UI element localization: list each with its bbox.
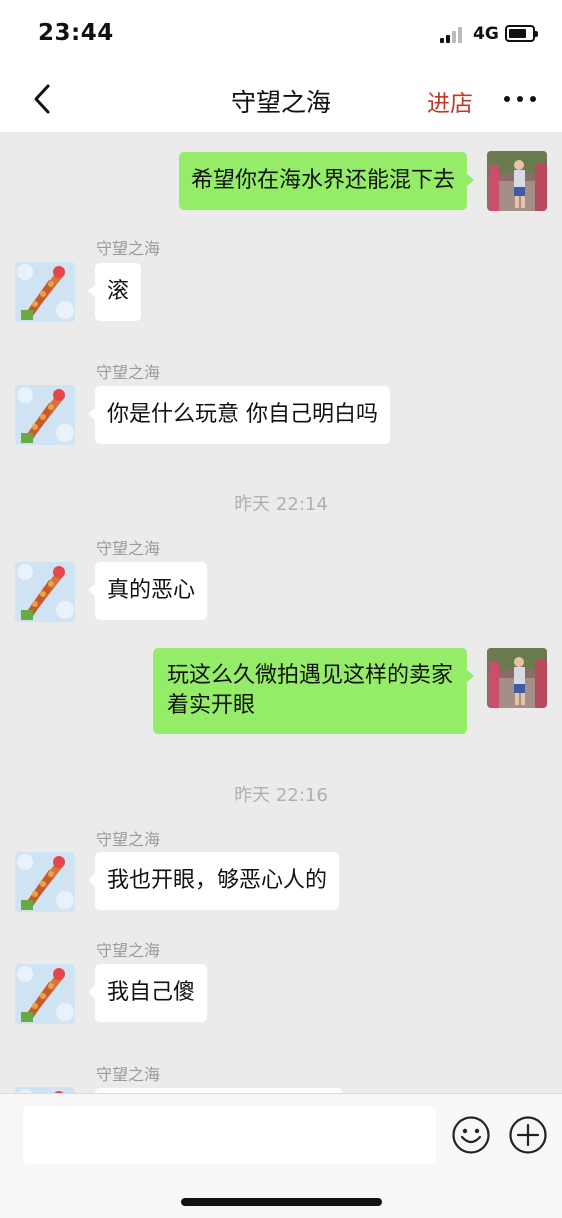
contact-avatar[interactable]: [15, 562, 75, 622]
sender-name: 守望之海: [96, 363, 161, 382]
more-button[interactable]: [502, 96, 538, 104]
plus-circle-icon: [509, 1116, 547, 1154]
timestamp: 昨天 22:14: [234, 494, 328, 515]
message-bubble-incoming[interactable]: 真的恶心: [87, 562, 208, 620]
my-avatar[interactable]: [487, 648, 547, 708]
timestamp: 昨天 22:16: [234, 785, 328, 806]
message-bubble-incoming[interactable]: 滚: [87, 263, 142, 321]
store-link[interactable]: 进店: [427, 84, 473, 118]
battery-icon: [505, 25, 538, 42]
contact-avatar[interactable]: [15, 852, 75, 912]
message-bubble-outgoing[interactable]: 希望你在海水界还能混下去: [178, 152, 475, 210]
sender-name: 守望之海: [96, 830, 161, 849]
nav-bar: 守望之海 进店: [0, 66, 562, 132]
contact-avatar-image: [15, 964, 75, 1024]
signal-icon: [440, 27, 468, 43]
sender-name: 守望之海: [96, 239, 161, 258]
contact-avatar[interactable]: [15, 385, 75, 445]
message-line: 着实开眼: [166, 693, 255, 718]
message-bubble-incoming[interactable]: 我也开眼，够恶心人的: [87, 852, 340, 910]
chevron-left-icon: [34, 84, 50, 114]
sender-name: 守望之海: [96, 1065, 161, 1084]
my-avatar-image: [487, 648, 547, 708]
emoji-button[interactable]: [451, 1115, 491, 1155]
home-indicator[interactable]: [181, 1198, 382, 1206]
status-time: 23:44: [38, 20, 114, 46]
sender-name: 守望之海: [96, 941, 161, 960]
chat-area[interactable]: 希望你在海水界还能混下去 守望之海 滚 守望之海 你是什么玩意 你自己明白吗 昨…: [0, 132, 562, 1093]
network-type: 4G: [473, 24, 499, 44]
my-avatar[interactable]: [487, 151, 547, 211]
message-bubble-incoming[interactable]: 你是什么玩意 你自己明白吗: [88, 386, 390, 444]
message-input[interactable]: [23, 1106, 436, 1164]
add-button[interactable]: [508, 1115, 548, 1155]
contact-avatar[interactable]: [15, 964, 75, 1024]
back-button[interactable]: [30, 82, 60, 116]
page-title: 守望之海: [230, 88, 331, 117]
contact-avatar-image: [15, 852, 75, 912]
status-bar: 23:44 4G: [0, 0, 562, 66]
my-avatar-image: [487, 151, 547, 211]
message-bubble-incoming[interactable]: 我自己傻: [87, 964, 208, 1022]
contact-avatar-image: [15, 262, 75, 322]
message-line: 玩这么久微拍遇见这样的卖家: [166, 663, 453, 688]
emoji-icon: [452, 1116, 490, 1154]
message-bubble-outgoing[interactable]: 玩这么久微拍遇见这样的卖家 着实开眼: [152, 648, 475, 734]
contact-avatar[interactable]: [15, 262, 75, 322]
contact-avatar-image: [15, 385, 75, 445]
contact-avatar-image: [15, 562, 75, 622]
sender-name: 守望之海: [96, 539, 161, 558]
